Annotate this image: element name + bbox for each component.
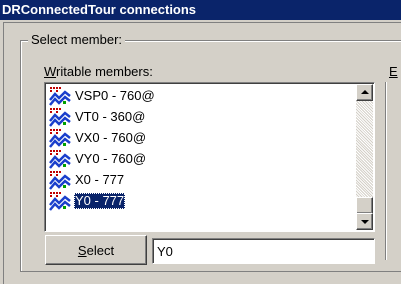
dipl-member-icon [49,86,71,106]
select-member-group-label: Select member: [28,32,126,47]
list-item-selected[interactable]: Y0 - 777 [49,190,349,211]
dipl-member-icon [49,170,71,190]
list-item-label: Y0 - 777 [74,192,126,209]
window-title: DRConnectedTour connections [2,2,197,17]
arrow-up-icon [361,90,369,94]
list-item-label: X0 - 777 [75,171,125,187]
list-item[interactable]: VX0 - 760@ [49,127,349,148]
listbox-scrollbar[interactable] [356,84,373,230]
writable-members-listbox[interactable]: VSP0 - 760@ VT0 - 360@ VX0 - 760@ VY0 - … [44,82,375,232]
dipl-member-icon [49,128,71,148]
list-item[interactable]: VSP0 - 760@ [49,85,349,106]
selected-member-field[interactable] [152,238,375,264]
scroll-down-button[interactable] [356,213,373,230]
list-item[interactable]: VT0 - 360@ [49,106,349,127]
writable-members-label-text: ritable members: [56,64,153,79]
arrow-down-icon [361,220,369,224]
list-item[interactable]: VY0 - 760@ [49,148,349,169]
dipl-member-icon [49,107,71,127]
window-title-bar: DRConnectedTour connections [0,0,401,20]
list-item-label: VSP0 - 760@ [75,87,155,103]
list-item-label: VT0 - 360@ [75,108,146,124]
right-column-divider [385,82,387,260]
scroll-up-button[interactable] [356,84,373,101]
select-button-mnemonic: S [77,242,87,258]
list-item-label: VX0 - 760@ [75,129,147,145]
list-item[interactable]: X0 - 777 [49,169,349,190]
select-button[interactable]: Select [45,235,147,265]
writable-members-label: Writable members: [44,64,153,79]
right-column-label: E [389,64,398,79]
select-button-label: elect [86,242,115,258]
dipl-member-icon [49,149,71,169]
writable-members-mnemonic: W [44,64,57,79]
dipl-member-icon [49,191,71,211]
list-item-label: VY0 - 760@ [75,150,147,166]
scroll-thumb[interactable] [356,197,373,214]
